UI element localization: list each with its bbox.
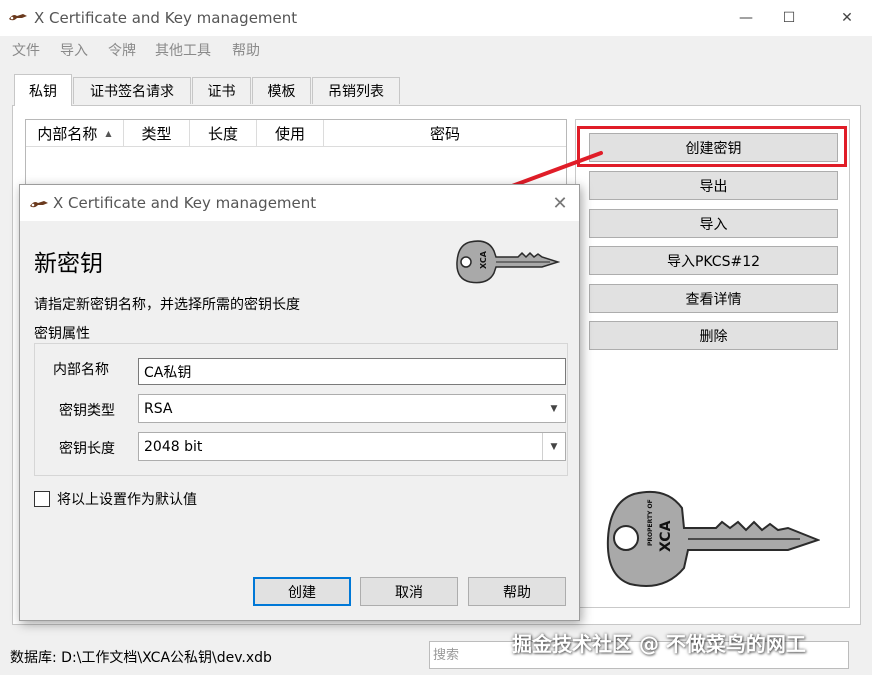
menu-bar: 文件 导入 令牌 其他工具 帮助	[0, 36, 872, 62]
maximize-button[interactable]: ☐	[766, 0, 812, 36]
import-button[interactable]: 导入	[589, 209, 838, 238]
key-length-label: 密钥长度	[59, 441, 115, 457]
app-logo-icon	[30, 201, 48, 208]
view-details-button[interactable]: 查看详情	[589, 284, 838, 313]
key-properties-label: 密钥属性	[34, 326, 90, 342]
column-label: 内部名称	[37, 124, 98, 143]
key-list-header: 内部名称 ▲ 类型 长度 使用 密码	[26, 120, 566, 147]
internal-name-field[interactable]: CA私钥	[138, 358, 566, 385]
export-button[interactable]: 导出	[589, 171, 838, 200]
tab-label: 私钥	[29, 83, 57, 100]
tab-label: 吊销列表	[328, 84, 384, 100]
save-as-default-checkbox[interactable]	[34, 491, 50, 507]
highlight-annotation	[577, 126, 847, 167]
button-label: 导出	[699, 178, 728, 195]
column-header-password[interactable]: 密码	[324, 120, 566, 146]
menu-file[interactable]: 文件	[12, 40, 40, 60]
window-title: X Certificate and Key management	[34, 9, 298, 27]
window-titlebar: X Certificate and Key management — ☐ ✕	[0, 0, 872, 36]
help-button[interactable]: 帮助	[468, 577, 566, 606]
internal-name-value: CA私钥	[144, 364, 192, 381]
cancel-button[interactable]: 取消	[360, 577, 458, 606]
tab-label: 证书签名请求	[90, 84, 174, 100]
tab-private-keys[interactable]: 私钥	[14, 74, 72, 106]
key-type-value: RSA	[144, 400, 173, 417]
close-button[interactable]: ✕	[824, 0, 870, 36]
button-label: 帮助	[503, 584, 531, 601]
tab-csr[interactable]: 证书签名请求	[73, 77, 191, 104]
import-pkcs12-button[interactable]: 导入PKCS#12	[589, 246, 838, 275]
tab-label: 模板	[267, 84, 296, 100]
minimize-icon: —	[739, 10, 753, 26]
key-label-large: XCA	[658, 520, 674, 552]
dialog-titlebar: X Certificate and Key management ✕	[20, 185, 579, 221]
menu-extra-tools[interactable]: 其他工具	[155, 40, 211, 60]
dialog-title: X Certificate and Key management	[53, 194, 317, 212]
tab-label: 证书	[207, 84, 236, 100]
key-label-small: PROPERTY OF	[647, 499, 654, 546]
internal-name-label: 内部名称	[53, 362, 109, 378]
column-label: 类型	[141, 124, 172, 143]
key-length-value: 2048 bit	[144, 438, 203, 455]
tab-templates[interactable]: 模板	[252, 77, 311, 104]
key-length-select[interactable]: 2048 bit ▼	[138, 432, 566, 461]
close-icon: ✕	[841, 10, 853, 26]
column-header-use[interactable]: 使用	[257, 120, 324, 146]
tab-certificates[interactable]: 证书	[192, 77, 251, 104]
sort-ascending-icon: ▲	[105, 128, 112, 138]
key-label-large: XCA	[479, 250, 488, 269]
menu-import[interactable]: 导入	[60, 40, 88, 60]
key-type-label: 密钥类型	[59, 403, 115, 419]
save-as-default-label: 将以上设置作为默认值	[57, 492, 197, 508]
minimize-button[interactable]: —	[723, 0, 769, 36]
dialog-description: 请指定新密钥名称，并选择所需的密钥长度	[34, 297, 300, 313]
column-label: 密码	[429, 124, 460, 143]
dialog-heading: 新密钥	[34, 251, 103, 277]
button-label: 删除	[699, 328, 728, 345]
dialog-close-button[interactable]: ✕	[546, 189, 574, 217]
button-label: 导入	[699, 216, 728, 233]
create-button[interactable]: 创建	[253, 577, 351, 606]
database-path-label: 数据库: D:\工作文档\XCA公私钥\dev.xdb	[10, 650, 272, 666]
key-properties-group: 内部名称 CA私钥 密钥类型 RSA ▼ 密钥长度 2048 bit ▼	[34, 343, 568, 476]
button-label: 导入PKCS#12	[666, 253, 761, 270]
column-header-size[interactable]: 长度	[190, 120, 257, 146]
key-type-select[interactable]: RSA ▼	[138, 394, 566, 423]
maximize-icon: ☐	[782, 10, 796, 26]
small-key-icon: XCA	[456, 240, 560, 284]
column-label: 使用	[274, 124, 305, 143]
column-label: 长度	[207, 124, 238, 143]
menu-token[interactable]: 令牌	[108, 40, 136, 60]
chevron-down-icon: ▼	[550, 403, 558, 414]
key-illustration-icon: PROPERTY OF XCA	[606, 490, 820, 587]
watermark-text: 掘金技术社区 @ 不做菜鸟的网工	[512, 632, 806, 656]
menu-help[interactable]: 帮助	[232, 40, 260, 60]
chevron-down-icon: ▼	[542, 433, 565, 460]
app-logo-icon	[9, 14, 27, 21]
button-label: 取消	[395, 584, 423, 601]
column-header-type[interactable]: 类型	[124, 120, 190, 146]
button-label: 查看详情	[685, 291, 742, 308]
tab-revocation-lists[interactable]: 吊销列表	[312, 77, 400, 104]
close-icon: ✕	[552, 192, 568, 214]
delete-button[interactable]: 删除	[589, 321, 838, 350]
column-header-internal-name[interactable]: 内部名称 ▲	[26, 120, 124, 146]
new-key-dialog: X Certificate and Key management ✕ 新密钥 X…	[19, 184, 580, 621]
button-label: 创建	[288, 584, 316, 601]
